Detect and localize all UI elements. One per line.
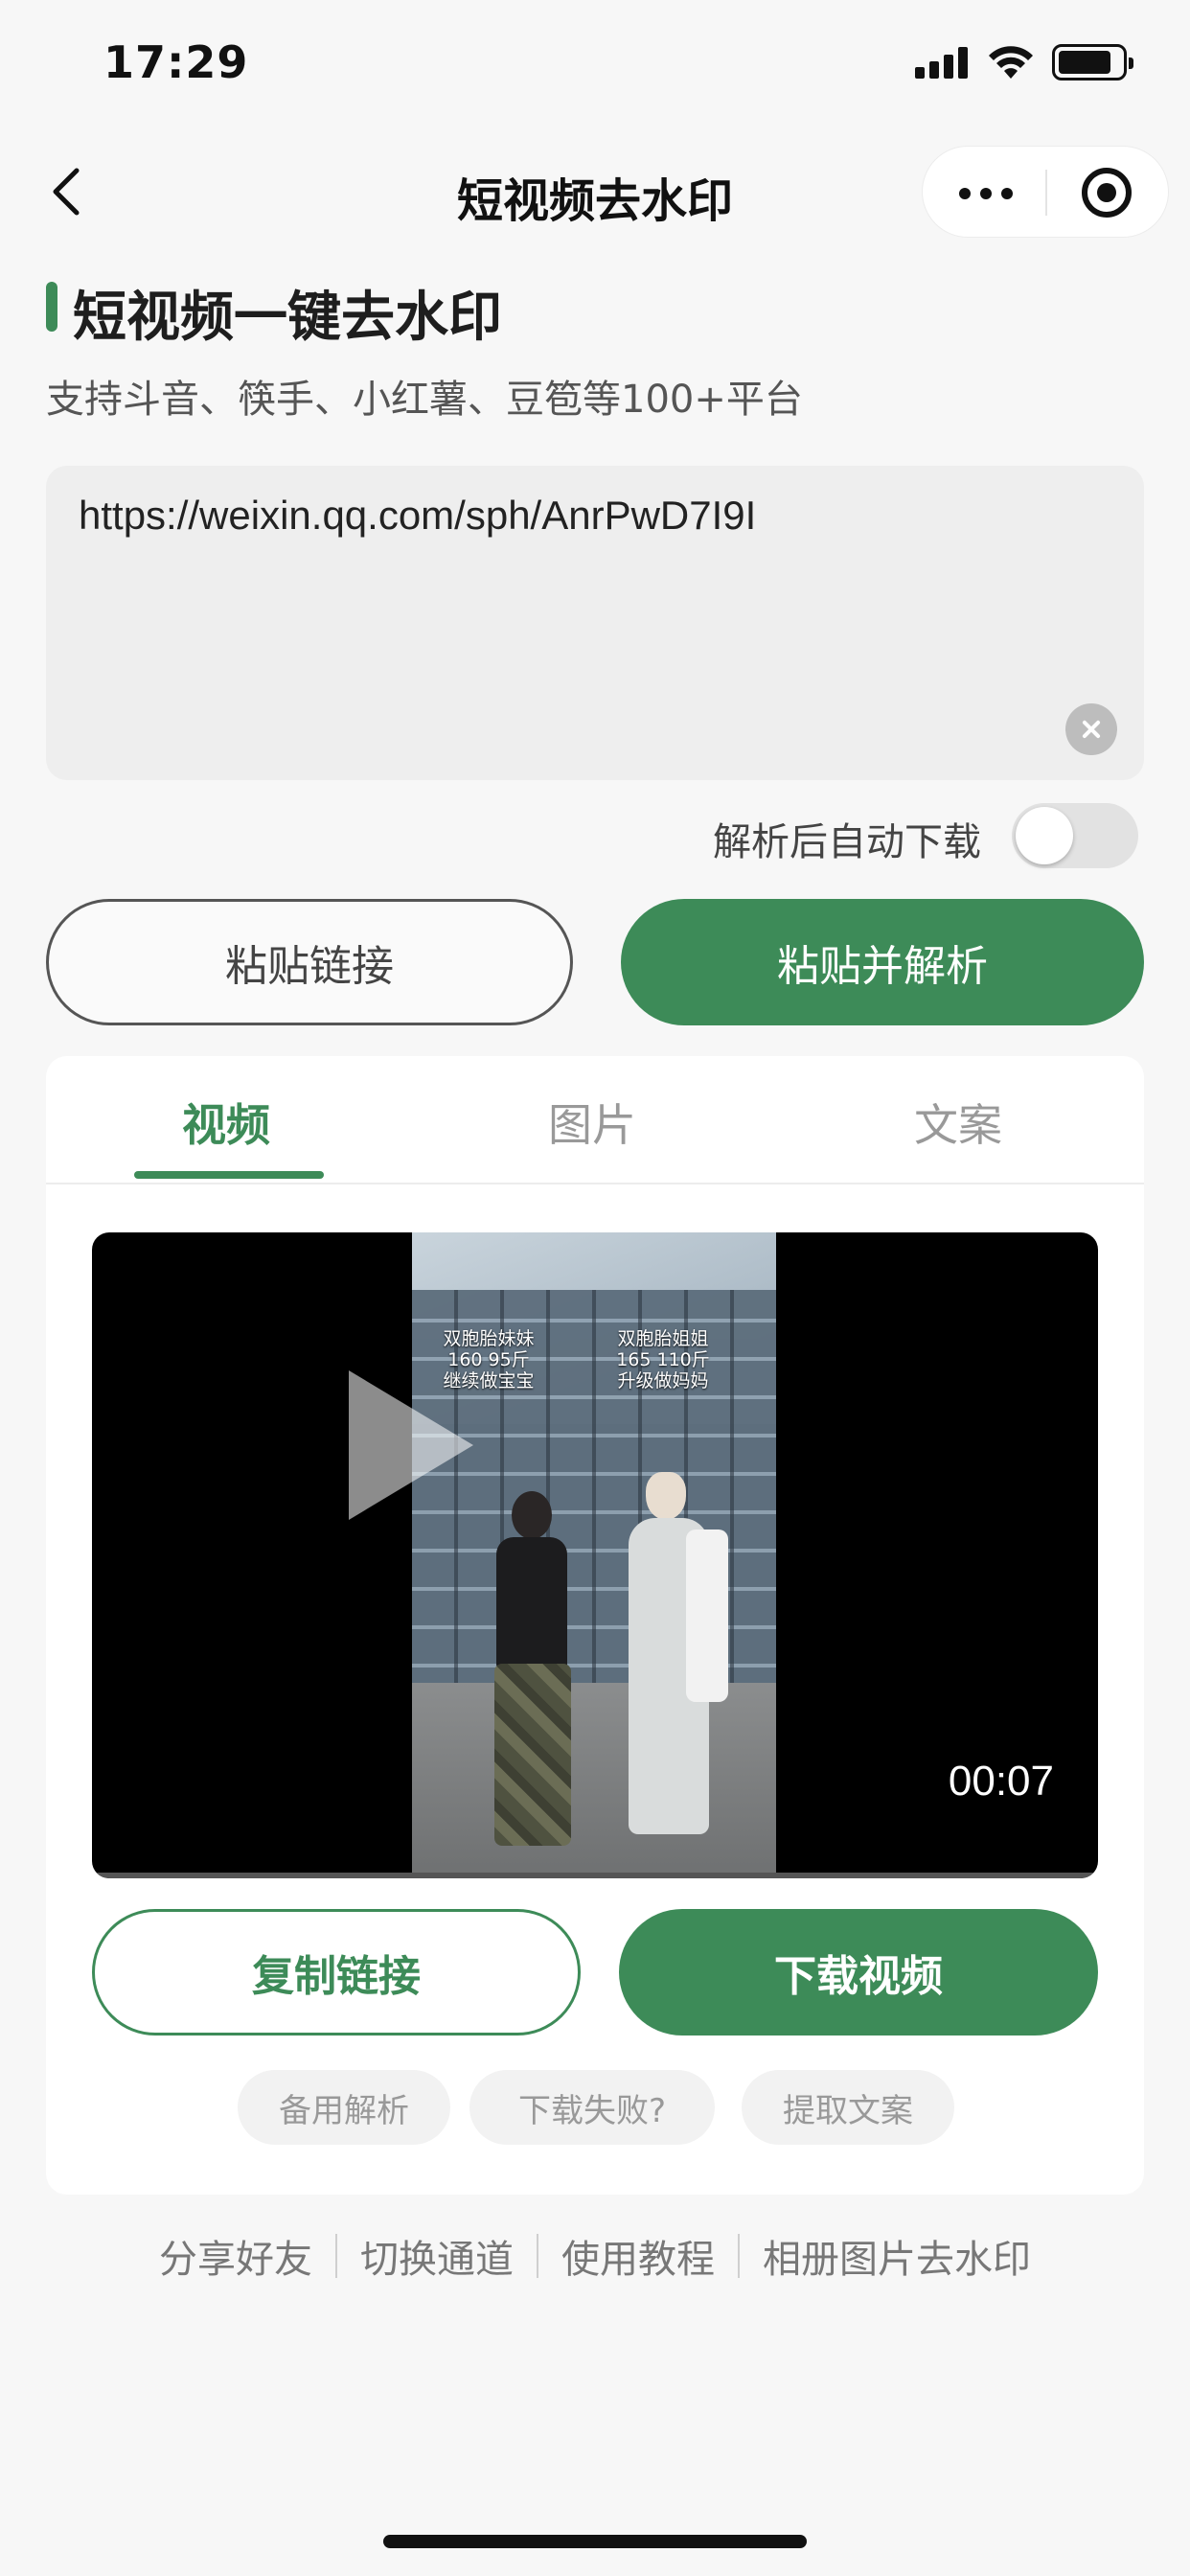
footer-link-album-watermark[interactable]: 相册图片去水印 xyxy=(763,2228,1031,2284)
tab-video[interactable]: 视频 xyxy=(182,1091,270,1154)
heading-accent-bar xyxy=(46,282,57,332)
status-time: 17:29 xyxy=(103,36,249,88)
status-bar: 17:29 xyxy=(0,0,1190,134)
tab-divider xyxy=(46,1183,1144,1184)
video-thumbnail: 双胞胎妹妹 160 95斤 继续做宝宝 双胞胎姐姐 165 110斤 升级做妈妈 xyxy=(412,1232,776,1874)
active-tab-indicator xyxy=(134,1171,324,1179)
video-progress-bar[interactable] xyxy=(92,1873,1098,1878)
result-card: 视频 图片 文案 双胞胎妹妹 160 95斤 继续做宝宝 双胞胎姐姐 165 1… xyxy=(46,1056,1144,2195)
video-duration: 00:07 xyxy=(948,1758,1054,1805)
footer-link-share[interactable]: 分享好友 xyxy=(159,2228,312,2284)
footer-link-tutorial[interactable]: 使用教程 xyxy=(561,2228,715,2284)
clear-icon[interactable] xyxy=(1065,703,1117,755)
link-input[interactable]: https://weixin.qq.com/sph/AnrPwD7I9I xyxy=(46,466,1144,780)
footer-link-switch-channel[interactable]: 切换通道 xyxy=(360,2228,514,2284)
home-indicator xyxy=(383,2535,807,2548)
auto-download-label: 解析后自动下载 xyxy=(713,820,981,864)
footer-separator xyxy=(537,2234,538,2278)
mini-program-capsule xyxy=(922,146,1169,238)
cellular-signal-icon xyxy=(915,46,969,79)
capsule-divider xyxy=(1045,170,1047,216)
play-icon[interactable] xyxy=(349,1370,473,1520)
video-player[interactable]: 双胞胎妹妹 160 95斤 继续做宝宝 双胞胎姐姐 165 110斤 升级做妈妈… xyxy=(92,1232,1098,1878)
nav-bar: 短视频去水印 xyxy=(0,134,1190,249)
backup-parse-button[interactable]: 备用解析 xyxy=(238,2070,450,2145)
footer-separator xyxy=(335,2234,337,2278)
more-options-icon[interactable] xyxy=(957,168,1015,218)
section-heading: 短视频一键去水印 xyxy=(73,287,502,349)
tab-copywriting[interactable]: 文案 xyxy=(914,1091,1002,1154)
paste-link-button[interactable]: 粘贴链接 xyxy=(46,899,573,1025)
paste-and-parse-button[interactable]: 粘贴并解析 xyxy=(621,899,1144,1025)
wifi-icon xyxy=(989,46,1033,79)
close-mini-program-icon[interactable] xyxy=(1082,168,1132,218)
video-caption-right: 双胞胎姐姐 165 110斤 升级做妈妈 xyxy=(616,1328,710,1392)
copy-link-button[interactable]: 复制链接 xyxy=(92,1909,581,2036)
extract-copy-button[interactable]: 提取文案 xyxy=(742,2070,954,2145)
footer-separator xyxy=(738,2234,740,2278)
download-failed-button[interactable]: 下载失败? xyxy=(469,2070,715,2145)
download-video-button[interactable]: 下载视频 xyxy=(619,1909,1098,2036)
footer-links: 分享好友 切换通道 使用教程 相册图片去水印 xyxy=(0,2218,1190,2294)
link-input-value[interactable]: https://weixin.qq.com/sph/AnrPwD7I9I xyxy=(79,493,1111,539)
supported-platforms-text: 支持斗音、筷手、小红薯、豆笣等100+平台 xyxy=(46,378,803,422)
tab-image[interactable]: 图片 xyxy=(548,1091,636,1154)
auto-download-toggle[interactable] xyxy=(1012,803,1138,868)
battery-icon xyxy=(1052,44,1133,80)
